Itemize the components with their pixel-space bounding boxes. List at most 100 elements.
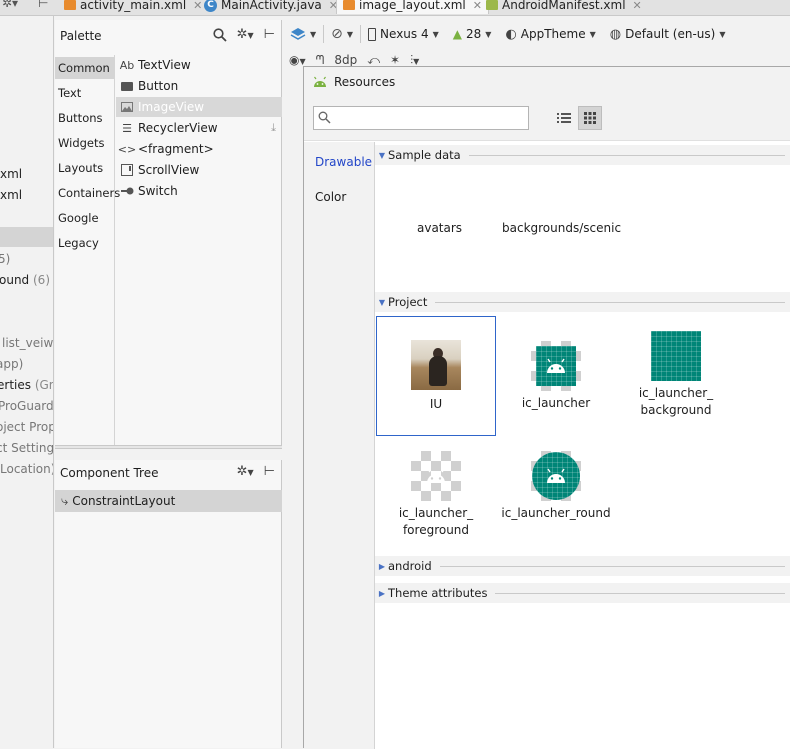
tab-label: AndroidManifest.xml (502, 0, 626, 12)
palette-category-legacy[interactable]: Legacy (55, 232, 115, 254)
section-title: Theme attributes (388, 586, 488, 600)
round-launcher-thumbnail (531, 451, 581, 501)
tab-main-activity[interactable]: C MainActivity.java ✕ (198, 0, 344, 14)
margin-label: 8dp (334, 53, 358, 67)
hide-panel-icon[interactable]: ⊢ (264, 464, 275, 479)
eye-icon[interactable]: ◉▼ (289, 53, 306, 67)
palette-item-imageview[interactable]: ImageView (116, 97, 282, 117)
sample-item-backgrounds-scenic[interactable]: backgrounds/scenic (502, 221, 621, 235)
class-icon: C (204, 0, 217, 12)
design-surface-dropdown[interactable]: ▼ (283, 27, 323, 41)
gear-icon[interactable]: ✲▾ (2, 0, 18, 10)
section-sample-data[interactable]: ▼ Sample data (375, 145, 790, 165)
locale-dropdown[interactable]: ◍ Default (en-us) ▼ (603, 27, 733, 42)
palette-category-containers[interactable]: Containers (55, 182, 120, 204)
tree-item[interactable]: list_veiw) (2, 336, 53, 350)
palette-category-common[interactable]: Common (55, 57, 115, 79)
resources-search-box[interactable] (313, 106, 529, 130)
resource-item-ic-launcher-foreground[interactable]: ic_launcher_ foreground (376, 436, 496, 556)
hide-panel-icon[interactable]: ⊢ (264, 27, 275, 42)
text-icon: Ab (119, 58, 135, 72)
tree-item[interactable]: 5) (0, 252, 10, 266)
device-label: Nexus 4 (380, 27, 429, 41)
layout-file-icon (64, 0, 76, 10)
palette-item-scrollview[interactable]: ScrollView (116, 160, 282, 180)
tab-label: image_layout.xml (359, 0, 466, 12)
gear-icon[interactable]: ✲▼ (237, 464, 254, 479)
palette-category-text[interactable]: Text (55, 82, 115, 104)
tree-node-constraintlayout[interactable]: ⤷ ConstraintLayout (55, 490, 282, 512)
teal-grid-thumbnail (651, 331, 701, 381)
resource-label: ic_launcher_ background (638, 386, 714, 417)
tree-item[interactable]: app) (0, 357, 23, 371)
section-theme-attributes[interactable]: ▶ Theme attributes (375, 583, 790, 603)
palette-item-label: ScrollView (138, 163, 200, 177)
infer-constraints-icon[interactable]: ✶ (390, 53, 400, 67)
tree-item[interactable]: xml (0, 188, 22, 202)
tree-item[interactable]: ct Settings (0, 441, 53, 455)
tree-item[interactable]: ound (6) (0, 273, 50, 287)
constraint-layout-icon: ⤷ (61, 493, 69, 509)
tree-item[interactable]: ProGuard R (0, 399, 53, 413)
search-icon[interactable] (213, 27, 227, 42)
collapse-icon[interactable]: ⊢ (38, 0, 48, 10)
sample-item-avatars[interactable]: avatars (417, 221, 462, 235)
margin-dropdown[interactable]: 8dp (334, 53, 357, 67)
tab-color[interactable]: Color (315, 190, 346, 204)
resources-search-input[interactable] (334, 109, 524, 127)
resource-item-ic-launcher-round[interactable]: ic_launcher_round (496, 436, 616, 556)
tree-item-label: ound (0, 273, 30, 287)
section-title: Sample data (388, 148, 461, 162)
palette-category-layouts[interactable]: Layouts (55, 157, 115, 179)
grid-view-toggle[interactable] (578, 106, 602, 130)
resources-dialog: Resources Drawable Color ▼ Sample data a… (303, 66, 790, 749)
tab-android-manifest[interactable]: AndroidManifest.xml ✕ (480, 0, 648, 14)
photo-thumbnail (411, 340, 461, 390)
palette-categories: Common Text Buttons Widgets Layouts Cont… (55, 55, 120, 445)
palette-item-label: Switch (138, 184, 178, 198)
android-icon (314, 76, 326, 87)
palette-item-button[interactable]: Button (116, 76, 282, 96)
resources-title-bar: Resources (304, 67, 790, 97)
palette-item-fragment[interactable]: <> <fragment> (116, 139, 282, 159)
resource-item-iu[interactable]: IU (376, 316, 496, 436)
collapsed-arrow-icon: ▶ (378, 561, 386, 571)
download-icon[interactable]: ⤓ (271, 121, 276, 135)
palette-category-google[interactable]: Google (55, 207, 115, 229)
tree-item[interactable]: Location) (0, 462, 53, 476)
palette-item-textview[interactable]: Ab TextView (116, 55, 282, 75)
panel-splitter[interactable] (55, 445, 282, 449)
android-icon (536, 346, 576, 386)
image-icon (120, 102, 134, 112)
tab-label: activity_main.xml (80, 0, 187, 12)
gear-icon[interactable]: ✲▼ (237, 27, 254, 42)
resource-item-ic-launcher[interactable]: ic_launcher (496, 316, 616, 436)
design-toolbar: ▼ ⊘ ▼ Nexus 4 ▼ ▲ 28 ▼ ◐ AppTheme ▼ ◍ De… (283, 20, 790, 48)
tab-drawable[interactable]: Drawable (315, 155, 372, 169)
tab-activity-main[interactable]: activity_main.xml ✕ (58, 0, 208, 14)
tree-node-label: ConstraintLayout (72, 494, 176, 508)
tree-item-count: (6) (33, 273, 50, 287)
orientation-dropdown[interactable]: ⊘ ▼ (324, 26, 360, 42)
tree-selection (0, 227, 53, 247)
section-android[interactable]: ▶ android (375, 556, 790, 576)
palette-category-buttons[interactable]: Buttons (55, 107, 115, 129)
tree-item[interactable]: xml (0, 167, 22, 181)
palette-item-recyclerview[interactable]: ☰ RecyclerView ⤓ (116, 118, 282, 138)
tab-image-layout[interactable]: image_layout.xml ✕ (336, 0, 489, 14)
api-dropdown[interactable]: ▲ 28 ▼ (446, 27, 499, 41)
list-view-toggle[interactable] (553, 106, 575, 130)
resource-item-ic-launcher-background[interactable]: ic_launcher_ background (616, 316, 736, 436)
resources-title: Resources (334, 75, 396, 89)
editor-tab-strip: activity_main.xml ✕ C MainActivity.java … (0, 0, 790, 16)
palette-item-switch[interactable]: Switch (116, 181, 282, 201)
collapsed-arrow-icon: ▶ (378, 588, 386, 598)
theme-dropdown[interactable]: ◐ AppTheme ▼ (498, 27, 602, 42)
rotate-icon: ⊘ (331, 26, 343, 42)
palette-category-widgets[interactable]: Widgets (55, 132, 115, 154)
tree-item[interactable]: oject Prope (0, 420, 53, 434)
close-icon[interactable]: ✕ (633, 0, 642, 12)
section-project[interactable]: ▼ Project (375, 292, 790, 312)
device-dropdown[interactable]: Nexus 4 ▼ (361, 27, 446, 41)
tree-item[interactable]: erties (Grad (0, 378, 53, 392)
